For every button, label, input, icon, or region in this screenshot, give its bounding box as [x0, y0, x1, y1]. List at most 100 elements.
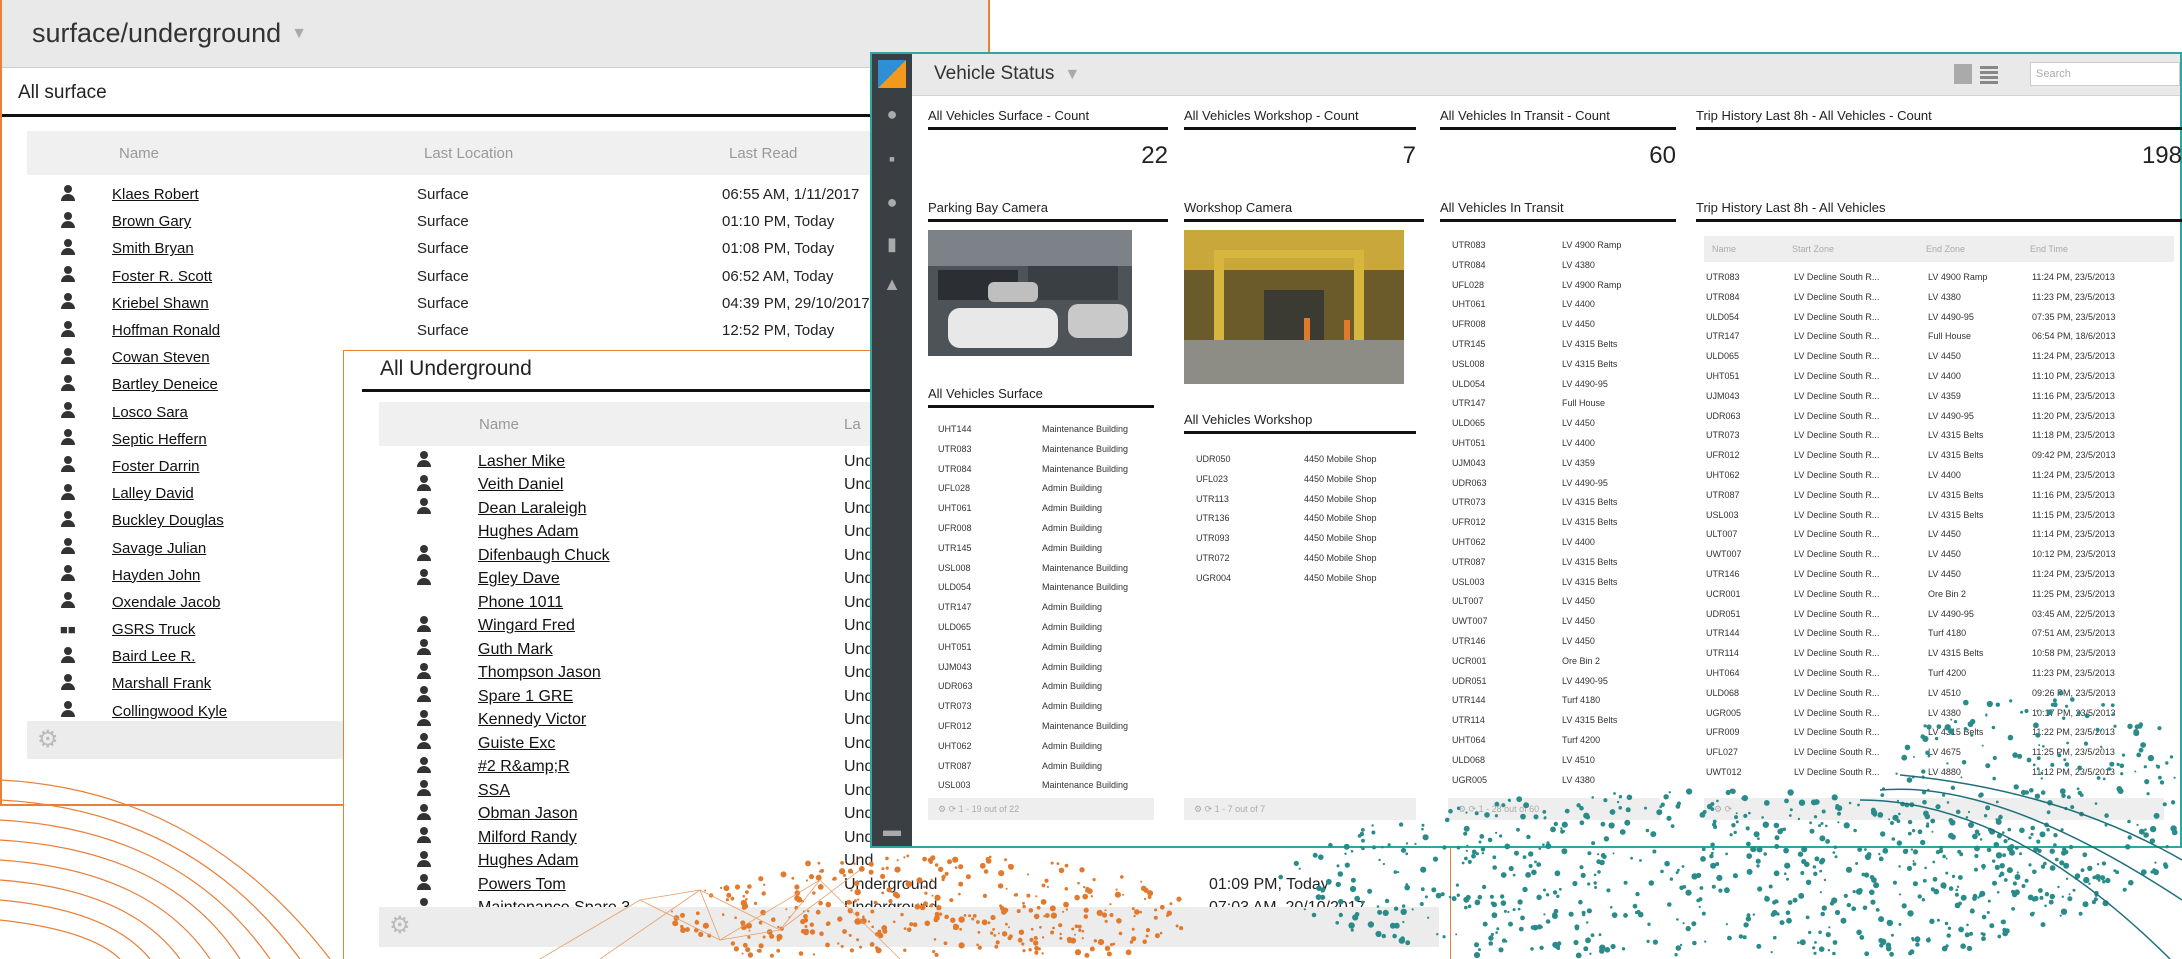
chevron-down-icon[interactable]: ▼ — [1064, 66, 1080, 84]
map-pin-icon[interactable]: ● — [882, 104, 902, 124]
list-item[interactable]: UHT064 Turf 4200 — [1452, 735, 1682, 745]
table-row[interactable]: Foster R. Scott Surface 06:52 AM, Today — [60, 263, 988, 290]
row-name[interactable]: #2 R&amp;R — [478, 758, 844, 776]
row-name[interactable]: Foster R. Scott — [112, 268, 417, 285]
list-item[interactable]: UHT064 LV Decline South R... Turf 4200 11:2… — [1706, 668, 2152, 678]
list-item[interactable]: UTR144 LV Decline South R... Turf 4180 07:5… — [1706, 628, 2152, 638]
list-item[interactable]: UHT061 Admin Building — [938, 503, 1162, 513]
list-item[interactable]: USL003 LV Decline South R... LV 4315 Belts… — [1706, 510, 2152, 520]
refresh-icon[interactable]: ⚙ ⟳ — [1458, 804, 1479, 814]
list-item[interactable]: UFL028 LV 4900 Ramp — [1452, 280, 1682, 290]
list-item[interactable]: UHT062 Admin Building — [938, 741, 1162, 751]
row-name[interactable]: Powers Tom — [478, 876, 844, 894]
list-item[interactable]: UHT062 LV Decline South R... LV 4400 11:24 … — [1706, 470, 2152, 480]
list-item[interactable]: UJM043 LV 4359 — [1452, 458, 1682, 468]
list-item[interactable]: UTR136 4450 Mobile Shop — [1196, 513, 1424, 523]
row-name[interactable]: Obman Jason — [478, 805, 844, 823]
list-item[interactable]: UGR005 LV Decline South R... LV 4380 10:17 … — [1706, 708, 2152, 718]
table-row[interactable]: Powers Tom Underground 01:09 PM, Today — [416, 873, 1450, 897]
row-name[interactable]: Veith Daniel — [478, 476, 844, 494]
list-item[interactable]: UTR087 LV Decline South R... LV 4315 Belts… — [1706, 490, 2152, 500]
list-item[interactable]: UTR147 Full House — [1452, 398, 1682, 408]
list-item[interactable]: ULT007 LV 4450 — [1452, 596, 1682, 606]
list-item[interactable]: UCR001 Ore Bin 2 — [1452, 656, 1682, 666]
row-name[interactable]: Guth Mark — [478, 641, 844, 659]
row-name[interactable]: Klaes Robert — [112, 186, 417, 203]
row-name[interactable]: Smith Bryan — [112, 240, 417, 257]
refresh-icon[interactable]: ⚙ ⟳ — [1714, 804, 1732, 814]
column-last-location[interactable]: La — [844, 416, 861, 433]
list-view-icon[interactable] — [1954, 64, 1972, 84]
list-item[interactable]: UDR063 LV 4490-95 — [1452, 478, 1682, 488]
list-item[interactable]: UTR083 LV Decline South R... LV 4900 Ramp 1… — [1706, 272, 2152, 282]
table-row[interactable]: Kriebel Shawn Surface 04:39 PM, 29/10/2017 — [60, 290, 988, 317]
list-item[interactable]: UWT012 LV Decline South R... LV 4880 11:12 … — [1706, 767, 2152, 777]
workshop-camera-image[interactable] — [1184, 230, 1404, 384]
row-name[interactable]: Brown Gary — [112, 213, 417, 230]
row-name[interactable]: SSA — [478, 782, 844, 800]
list-item[interactable]: UTR093 4450 Mobile Shop — [1196, 533, 1424, 543]
search-input[interactable]: Search — [2030, 62, 2180, 86]
list-item[interactable]: UTR114 LV 4315 Belts — [1452, 715, 1682, 725]
list-item[interactable]: UTR113 4450 Mobile Shop — [1196, 494, 1424, 504]
refresh-icon[interactable]: ⚙ ⟳ — [938, 804, 959, 814]
list-item[interactable]: UFR012 LV Decline South R... LV 4315 Belts… — [1706, 450, 2152, 460]
row-name[interactable]: Thompson Jason — [478, 664, 844, 682]
list-item[interactable]: ULD065 LV Decline South R... LV 4450 11:24 … — [1706, 351, 2152, 361]
row-name[interactable]: Hoffman Ronald — [112, 322, 417, 339]
table-row[interactable]: Hughes Adam Und — [416, 850, 1450, 874]
list-item[interactable]: UTR084 LV Decline South R... LV 4380 11:23 … — [1706, 292, 2152, 302]
list-item[interactable]: UTR073 Admin Building — [938, 701, 1162, 711]
column-last-read[interactable]: Last Read — [729, 145, 797, 162]
list-item[interactable]: UFL023 4450 Mobile Shop — [1196, 474, 1424, 484]
row-name[interactable]: Milford Randy — [478, 829, 844, 847]
list-item[interactable]: UTR147 Admin Building — [938, 602, 1162, 612]
list-item[interactable]: UWT007 LV 4450 — [1452, 616, 1682, 626]
column-name[interactable]: Name — [479, 416, 844, 433]
list-item[interactable]: USL008 Maintenance Building — [938, 563, 1162, 573]
parking-camera-image[interactable] — [928, 230, 1132, 356]
list-item[interactable]: UFR009 LV Decline South R... LV 4315 Belts… — [1706, 727, 2152, 737]
warning-icon[interactable]: ▲ — [882, 274, 902, 294]
row-name[interactable]: Lasher Mike — [478, 453, 844, 471]
list-item[interactable]: UTR146 LV 4450 — [1452, 636, 1682, 646]
list-item[interactable]: UHT144 Maintenance Building — [938, 424, 1162, 434]
list-item[interactable]: UHT051 LV Decline South R... LV 4400 11:10 … — [1706, 371, 2152, 381]
gear-icon[interactable]: ⚙ — [379, 912, 411, 939]
list-item[interactable]: UTR073 LV Decline South R... LV 4315 Belts… — [1706, 430, 2152, 440]
row-name[interactable]: Kriebel Shawn — [112, 295, 417, 312]
table-row[interactable]: Hoffman Ronald Surface 12:52 PM, Today — [60, 317, 988, 344]
list-item[interactable]: UTR073 LV 4315 Belts — [1452, 497, 1682, 507]
hierarchy-icon[interactable]: ▪ — [882, 149, 902, 169]
column-last-location[interactable]: Last Location — [424, 145, 729, 162]
row-name[interactable]: Kennedy Victor — [478, 711, 844, 729]
trip-column-header[interactable]: End Zone — [1926, 244, 2030, 254]
list-item[interactable]: UWT007 LV Decline South R... LV 4450 10:12 … — [1706, 549, 2152, 559]
list-item[interactable]: ULD054 LV Decline South R... LV 4490-95 07:… — [1706, 312, 2152, 322]
list-item[interactable]: ULD065 Admin Building — [938, 622, 1162, 632]
list-item[interactable]: UFL028 Admin Building — [938, 483, 1162, 493]
list-item[interactable]: UFL027 LV Decline South R... LV 4675 11:25 … — [1706, 747, 2152, 757]
table-row[interactable]: Klaes Robert Surface 06:55 AM, 1/11/2017 — [60, 181, 988, 208]
row-name[interactable]: Hughes Adam — [478, 523, 844, 541]
list-item[interactable]: USL003 LV 4315 Belts — [1452, 577, 1682, 587]
list-item[interactable]: UTR145 LV 4315 Belts — [1452, 339, 1682, 349]
list-item[interactable]: UDR063 LV Decline South R... LV 4490-95 11:… — [1706, 411, 2152, 421]
table-row[interactable]: Brown Gary Surface 01:10 PM, Today — [60, 208, 988, 235]
grid-view-icon[interactable] — [1980, 64, 1998, 84]
list-item[interactable]: UTR072 4450 Mobile Shop — [1196, 553, 1424, 563]
list-item[interactable]: UCR001 LV Decline South R... Ore Bin 2 11:2… — [1706, 589, 2152, 599]
list-item[interactable]: ULT007 LV Decline South R... LV 4450 11:14 … — [1706, 529, 2152, 539]
list-item[interactable]: UDR050 4450 Mobile Shop — [1196, 454, 1424, 464]
list-item[interactable]: USL003 Maintenance Building — [938, 780, 1162, 790]
list-item[interactable]: UGR005 LV 4380 — [1452, 775, 1682, 785]
document-icon[interactable]: ▮ — [882, 234, 902, 254]
list-item[interactable]: UDR063 Admin Building — [938, 681, 1162, 691]
vehicle-status-title[interactable]: Vehicle Status ▼ — [934, 63, 1080, 85]
list-item[interactable]: UHT061 LV 4400 — [1452, 299, 1682, 309]
list-item[interactable]: ULD068 LV 4510 — [1452, 755, 1682, 765]
card-icon[interactable]: ▬ — [882, 820, 902, 840]
row-name[interactable]: Wingard Fred — [478, 617, 844, 635]
list-item[interactable]: UTR084 Maintenance Building — [938, 464, 1162, 474]
list-item[interactable]: UJM043 LV Decline South R... LV 4359 11:16 … — [1706, 391, 2152, 401]
